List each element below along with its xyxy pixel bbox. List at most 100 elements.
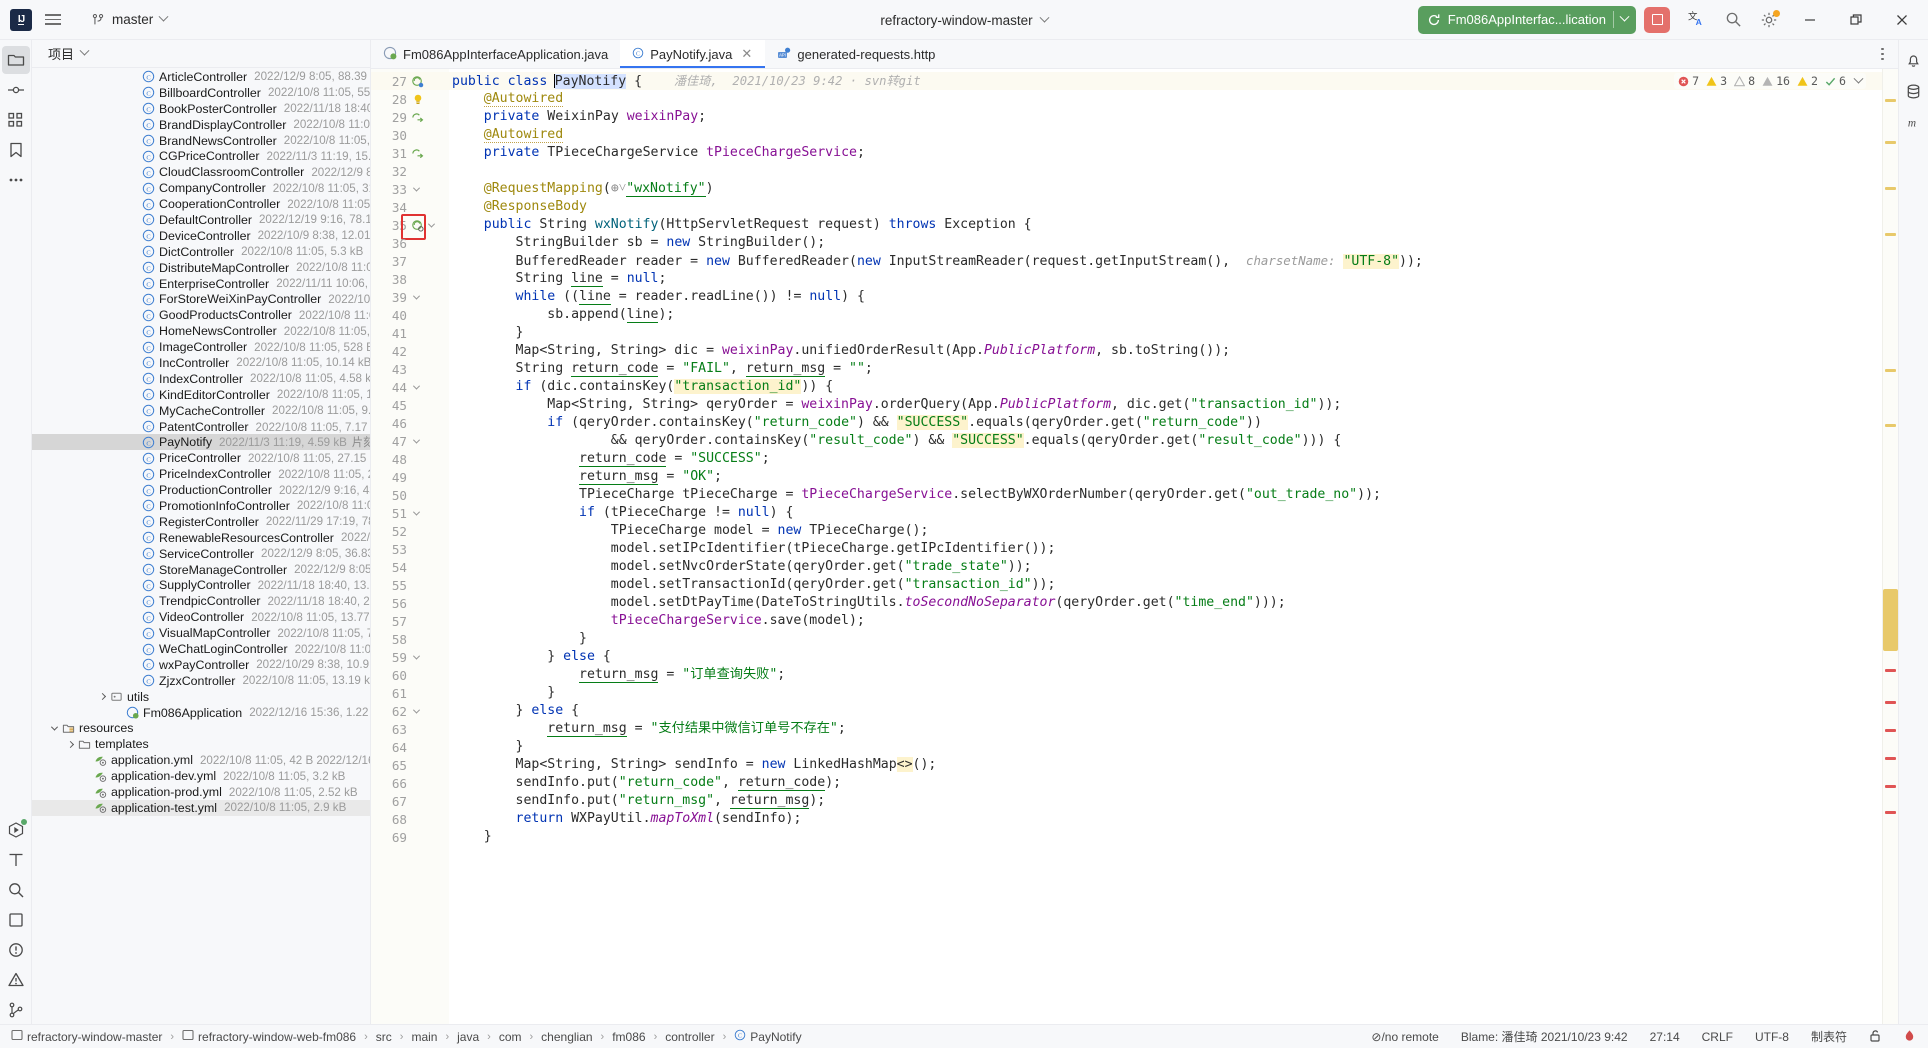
tree-node[interactable]: C ZjzxController 2022/10/8 11:05, 13.19 kB — [32, 673, 370, 689]
tree-node[interactable]: C CloudClassroomController 2022/12/9 8:05,… — [32, 164, 370, 180]
tree-expander[interactable] — [64, 740, 76, 748]
gutter-line[interactable]: 38 — [371, 270, 449, 288]
breadcrumb[interactable]: refractory-window-master › refractory-wind… — [8, 1028, 805, 1045]
error-stripe-markers[interactable] — [1882, 69, 1898, 1024]
tree-node[interactable]: C WeChatLoginController 2022/10/8 11:05, 1… — [32, 641, 370, 657]
gutter-intention-bulb-icon[interactable] — [411, 93, 424, 106]
sidebar-item-run[interactable] — [2, 816, 30, 844]
tree-node[interactable]: C BrandNewsController 2022/10/8 11:05, 2.7… — [32, 133, 370, 149]
gutter-line[interactable]: 55 — [371, 576, 449, 594]
tree-node[interactable]: C ForStoreWeiXinPayController 2022/10/8 11… — [32, 291, 370, 307]
indent-setting[interactable]: 制表符 — [1807, 1027, 1851, 1046]
sidebar-item-commit[interactable] — [2, 76, 30, 104]
blame-status[interactable]: Blame: 潘佳琦 2021/10/23 9:42 — [1457, 1027, 1632, 1046]
file-encoding[interactable]: UTF-8 — [1751, 1029, 1793, 1045]
gutter-line[interactable]: 68 — [371, 810, 449, 828]
tree-node[interactable]: C SupplyController 2022/11/18 18:40, 13.12… — [32, 578, 370, 594]
gutter-line[interactable]: 31 — [371, 144, 449, 162]
gutter-line[interactable]: 60 — [371, 666, 449, 684]
gutter-line[interactable]: 45 — [371, 396, 449, 414]
gutter-autowired-icon[interactable] — [411, 147, 424, 160]
gutter-line[interactable]: 37 — [371, 252, 449, 270]
tree-node[interactable]: C DefaultController 2022/12/19 9:16, 78.14… — [32, 212, 370, 228]
tree-node[interactable]: C PayNotify 2022/11/3 11:19, 4.59 kB 片刻之前 — [32, 434, 370, 451]
fold-toggle[interactable] — [411, 652, 422, 663]
gutter-line[interactable]: 57 — [371, 612, 449, 630]
tree-node[interactable]: C HomeNewsController 2022/10/8 11:05, 9.81… — [32, 323, 370, 339]
sidebar-item-bookmarks[interactable] — [2, 136, 30, 164]
run-configuration-widget[interactable]: Fm086AppInterfac...lication — [1417, 5, 1636, 34]
gutter-line[interactable]: 41 — [371, 324, 449, 342]
weak-count-1[interactable]: 16 — [1762, 74, 1790, 88]
project-widget[interactable]: refractory-window-master — [872, 9, 1055, 32]
editor-tab[interactable]: C PayNotify.java ✕ — [620, 40, 766, 68]
warning-count-1[interactable]: 3 — [1706, 74, 1727, 88]
gutter-line[interactable]: 33 — [371, 180, 449, 198]
gutter-autowired-icon[interactable] — [411, 111, 424, 124]
gutter-line[interactable]: 62 — [371, 702, 449, 720]
gutter-line[interactable]: 29 — [371, 108, 449, 126]
tree-node[interactable]: resources — [32, 721, 370, 737]
close-button[interactable] — [1880, 0, 1924, 40]
gutter-line[interactable]: 50 — [371, 486, 449, 504]
gutter-line[interactable]: 53 — [371, 540, 449, 558]
editor-options-button[interactable] — [1875, 42, 1890, 66]
editor-gutter[interactable]: 27 28 29 30 31 32 33 34 35 36 37 38 39 40 41 42 43 44 45 46… — [371, 69, 449, 1024]
sidebar-item-notifications-right[interactable] — [1900, 46, 1928, 74]
sidebar-item-problems[interactable] — [2, 936, 30, 964]
tree-node[interactable]: C ArticleController 2022/12/9 8:05, 88.39 … — [32, 69, 370, 85]
tree-node[interactable]: C TrendpicController 2022/11/18 18:40, 22.… — [32, 593, 370, 609]
gutter-line[interactable]: 65 — [371, 756, 449, 774]
tree-node[interactable]: C EnterpriseController 2022/11/11 10:06, 3… — [32, 276, 370, 292]
tree-node[interactable]: application-prod.yml 2022/10/8 11:05, 2.5… — [32, 784, 370, 800]
sidebar-item-database[interactable] — [1900, 77, 1928, 105]
maximize-button[interactable] — [1834, 0, 1878, 40]
git-remote-status[interactable]: ⊘/no remote — [1367, 1029, 1442, 1045]
breadcrumb-item[interactable]: C PayNotify — [731, 1028, 804, 1045]
gutter-line[interactable]: 39 — [371, 288, 449, 306]
translate-button[interactable]: 文 A — [1680, 5, 1714, 35]
tree-node[interactable]: C DictController 2022/10/8 11:05, 5.3 kB — [32, 244, 370, 260]
breadcrumb-item[interactable]: controller — [662, 1029, 717, 1045]
gutter-line[interactable]: 66 — [371, 774, 449, 792]
breadcrumb-item[interactable]: refractory-window-web-fm086 — [179, 1028, 359, 1045]
gutter-line[interactable]: 40 — [371, 306, 449, 324]
gutter-line[interactable]: 52 — [371, 522, 449, 540]
tree-node[interactable]: application-test.yml 2022/10/8 11:05, 2.9… — [32, 799, 370, 816]
gutter-line[interactable]: 42 — [371, 342, 449, 360]
gutter-line[interactable]: 44 — [371, 378, 449, 396]
search-everywhere-button[interactable] — [1716, 5, 1750, 35]
inspections-widget[interactable]: 7 3 8 16 2 6 — [1674, 73, 1866, 89]
sidebar-item-more[interactable] — [2, 166, 30, 194]
weak-count-2[interactable]: 2 — [1797, 74, 1818, 88]
tree-node[interactable]: C MyCacheController 2022/10/8 11:05, 9.47 … — [32, 403, 370, 419]
tree-node[interactable]: C CompanyController 2022/10/8 11:05, 31.14… — [32, 180, 370, 196]
tree-node[interactable]: C RegisterController 2022/11/29 17:19, 78.… — [32, 514, 370, 530]
main-menu-button[interactable] — [36, 5, 70, 35]
editor-text[interactable]: public class PayNotify { 潘佳琦, 2021/10/23… — [449, 69, 1882, 1024]
fold-toggle[interactable] — [411, 436, 422, 447]
breadcrumb-item[interactable]: main — [408, 1029, 440, 1045]
tree-node[interactable]: application-dev.yml 2022/10/8 11:05, 3.2 … — [32, 768, 370, 784]
gutter-line[interactable]: 35 — [371, 214, 449, 240]
gutter-line[interactable]: 58 — [371, 630, 449, 648]
sidebar-item-maven[interactable]: m — [1900, 108, 1928, 136]
chevron-down-icon[interactable] — [79, 45, 90, 56]
tree-node[interactable]: C PatentController 2022/10/8 11:05, 7.17 k… — [32, 419, 370, 435]
gutter-line[interactable]: 54 — [371, 558, 449, 576]
tree-expander[interactable] — [48, 723, 60, 731]
fold-toggle[interactable] — [411, 184, 422, 195]
settings-button[interactable] — [1752, 5, 1786, 35]
fold-toggle[interactable] — [411, 382, 422, 393]
gutter-line[interactable]: 34 — [371, 198, 449, 216]
gutter-line[interactable]: 51 — [371, 504, 449, 522]
caret-position[interactable]: 27:14 — [1646, 1029, 1684, 1045]
gutter-line[interactable]: 27 — [371, 72, 449, 90]
tree-node[interactable]: application.yml 2022/10/8 11:05, 42 B 202… — [32, 752, 370, 768]
tree-node[interactable]: CwxPayController 2022/10/29 8:38, 10.9 kB — [32, 657, 370, 673]
gutter-line[interactable]: 43 — [371, 360, 449, 378]
tree-node[interactable]: C KindEditorController 2022/10/8 11:05, 1.… — [32, 387, 370, 403]
breadcrumb-item[interactable]: refractory-window-master — [8, 1028, 165, 1045]
tree-node[interactable]: C BookPosterController 2022/11/18 18:40, 9… — [32, 101, 370, 117]
sidebar-item-find[interactable] — [2, 876, 30, 904]
